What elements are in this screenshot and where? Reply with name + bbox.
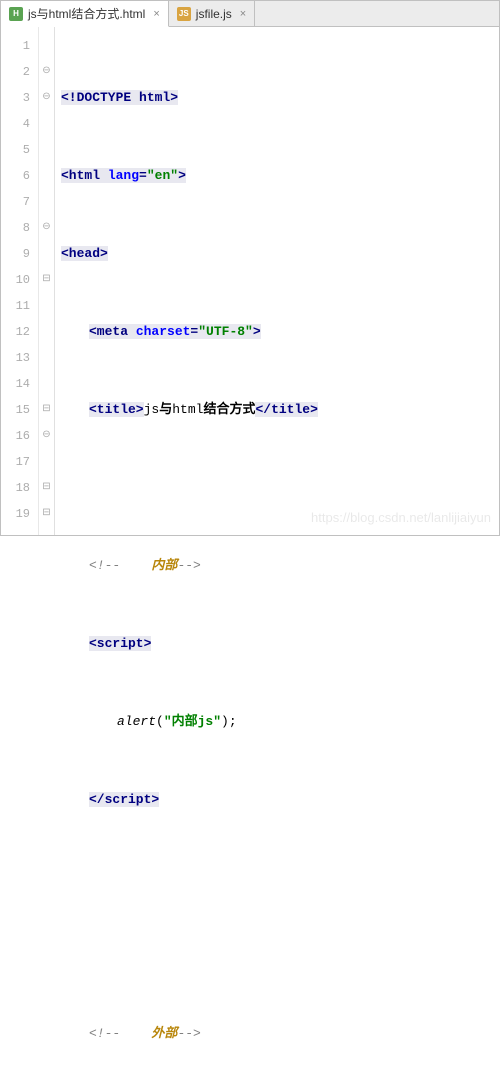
line-number-gutter: 1 2 3 4 5 6 7 8 9 10 11 12 13 14 15 16 1… (1, 27, 39, 535)
code-area[interactable]: <!DOCTYPE html> <html lang="en"> <head> … (55, 27, 499, 535)
line-number: 10 (1, 267, 30, 293)
line-number: 17 (1, 449, 30, 475)
fold-marker[interactable] (39, 241, 54, 267)
code-line: <html lang="en"> (61, 163, 499, 189)
line-number: 9 (1, 241, 30, 267)
tab-bar: H js与html结合方式.html × JS jsfile.js × (1, 1, 499, 27)
code-line: <script> (61, 631, 499, 657)
code-editor[interactable]: 1 2 3 4 5 6 7 8 9 10 11 12 13 14 15 16 1… (1, 27, 499, 535)
code-line (61, 943, 499, 969)
line-number: 2 (1, 59, 30, 85)
js-file-icon: JS (177, 7, 191, 21)
code-line: <!DOCTYPE html> (61, 85, 499, 111)
fold-marker[interactable]: ⊟ (39, 501, 54, 527)
code-line (61, 865, 499, 891)
line-number: 3 (1, 85, 30, 111)
fold-marker[interactable] (39, 345, 54, 371)
line-number: 8 (1, 215, 30, 241)
code-line: <head> (61, 241, 499, 267)
fold-marker[interactable]: ⊟ (39, 397, 54, 423)
fold-marker[interactable] (39, 371, 54, 397)
line-number: 19 (1, 501, 30, 527)
html-file-icon: H (9, 7, 23, 21)
fold-marker[interactable] (39, 33, 54, 59)
line-number: 11 (1, 293, 30, 319)
fold-marker[interactable] (39, 449, 54, 475)
fold-marker[interactable]: ⊖ (39, 423, 54, 449)
fold-marker[interactable]: ⊟ (39, 475, 54, 501)
tab-label: jsfile.js (196, 7, 232, 21)
line-number: 1 (1, 33, 30, 59)
fold-marker[interactable]: ⊟ (39, 267, 54, 293)
line-number: 15 (1, 397, 30, 423)
code-line: alert("内部js"); (61, 709, 499, 735)
fold-marker[interactable] (39, 163, 54, 189)
watermark: https://blog.csdn.net/lanlijiaiyun (311, 505, 491, 531)
line-number: 4 (1, 111, 30, 137)
close-icon[interactable]: × (153, 8, 159, 20)
tab-label: js与html结合方式.html (28, 5, 145, 22)
close-icon[interactable]: × (240, 8, 246, 20)
fold-marker[interactable] (39, 137, 54, 163)
fold-marker[interactable] (39, 293, 54, 319)
fold-gutter: ⊖ ⊖ ⊖ ⊟ ⊟ ⊖ ⊟ ⊟ (39, 27, 55, 535)
tab-html-file[interactable]: H js与html结合方式.html × (1, 1, 169, 27)
line-number: 16 (1, 423, 30, 449)
code-line: <title>js与html结合方式</title> (61, 397, 499, 423)
fold-marker[interactable] (39, 111, 54, 137)
line-number: 14 (1, 371, 30, 397)
fold-marker[interactable]: ⊖ (39, 215, 54, 241)
code-line: <meta charset="UTF-8"> (61, 319, 499, 345)
code-line (61, 475, 499, 501)
code-line: <!-- 内部--> (61, 553, 499, 579)
line-number: 7 (1, 189, 30, 215)
fold-marker[interactable] (39, 319, 54, 345)
line-number: 18 (1, 475, 30, 501)
line-number: 6 (1, 163, 30, 189)
fold-marker[interactable]: ⊖ (39, 59, 54, 85)
tab-js-file[interactable]: JS jsfile.js × (169, 1, 255, 26)
line-number: 5 (1, 137, 30, 163)
fold-marker[interactable]: ⊖ (39, 85, 54, 111)
code-line: </script> (61, 787, 499, 813)
line-number: 13 (1, 345, 30, 371)
fold-marker[interactable] (39, 189, 54, 215)
code-line: <!-- 外部--> (61, 1021, 499, 1047)
line-number: 12 (1, 319, 30, 345)
